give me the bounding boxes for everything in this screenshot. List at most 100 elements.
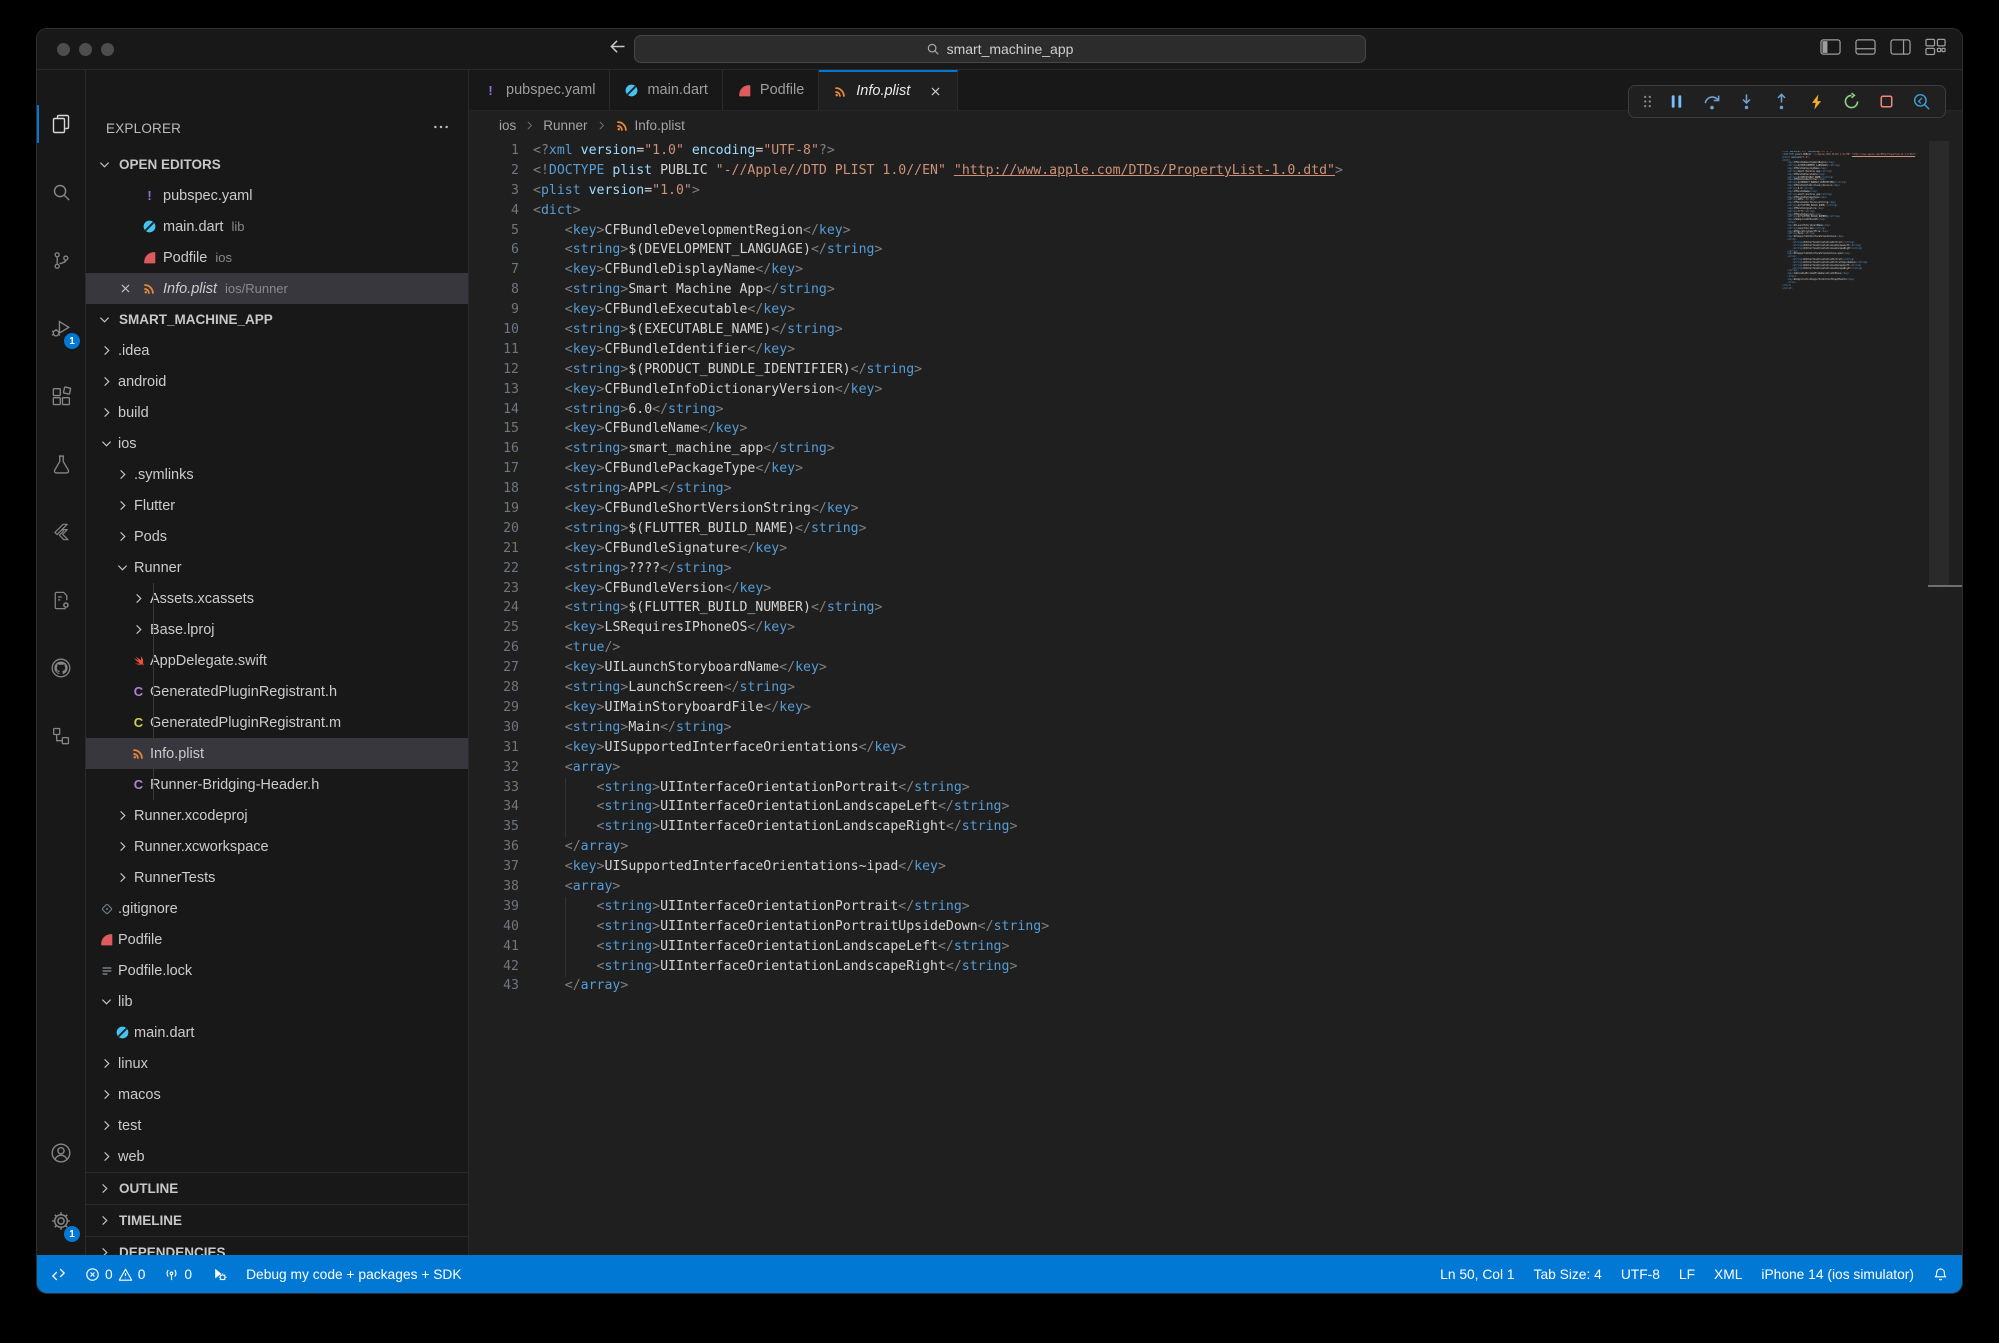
- status-debug-session-icon[interactable]: [211, 1266, 227, 1282]
- tree-item-linux[interactable]: linux: [86, 1048, 468, 1079]
- activity-account[interactable]: [37, 1119, 85, 1187]
- line-number[interactable]: 4: [469, 201, 519, 221]
- line-number[interactable]: 43: [469, 976, 519, 996]
- code-line[interactable]: <key>CFBundleDisplayName</key>: [533, 260, 1962, 280]
- hot-reload-button[interactable]: [1799, 93, 1834, 111]
- project-header[interactable]: SMART_MACHINE_APP: [86, 304, 468, 335]
- zoom-button[interactable]: [101, 43, 114, 56]
- editor[interactable]: 1234567891011121314151617181920212223242…: [469, 139, 1962, 1255]
- stop-button[interactable]: [1869, 92, 1904, 111]
- toggle-panel-button[interactable]: [1855, 38, 1876, 61]
- code-line[interactable]: <key>CFBundleName</key>: [533, 419, 1962, 439]
- tree-item-.gitignore[interactable]: .gitignore: [86, 893, 468, 924]
- code-line[interactable]: <string>UIInterfaceOrientationLandscapeL…: [533, 937, 1962, 957]
- code-line[interactable]: <string>UIInterfaceOrientationLandscapeR…: [533, 817, 1962, 837]
- activity-references[interactable]: [37, 702, 85, 770]
- section-header-timeline[interactable]: TIMELINE: [86, 1204, 468, 1236]
- status-debug-configuration[interactable]: Debug my code + packages + SDK: [246, 1267, 462, 1282]
- line-number[interactable]: 7: [469, 260, 519, 280]
- line-number[interactable]: 3: [469, 181, 519, 201]
- code-line[interactable]: <string>UIInterfaceOrientationLandscapeR…: [533, 957, 1962, 977]
- status-remote-indicator[interactable]: [51, 1267, 66, 1282]
- line-number[interactable]: 35: [469, 817, 519, 837]
- line-number[interactable]: 2: [469, 161, 519, 181]
- tree-item-lib[interactable]: lib: [86, 986, 468, 1017]
- activity-extensions[interactable]: [37, 362, 85, 430]
- code-line[interactable]: <string>UIInterfaceOrientationPortrait</…: [533, 897, 1962, 917]
- code-line[interactable]: <string>UIInterfaceOrientationLandscapeL…: [533, 797, 1962, 817]
- line-number[interactable]: 6: [469, 240, 519, 260]
- code-line[interactable]: <key>CFBundleInfoDictionaryVersion</key>: [533, 380, 1962, 400]
- open-editor-item[interactable]: Info.plistios/Runner: [86, 273, 468, 304]
- status-indentation[interactable]: Tab Size: 4: [1534, 1267, 1602, 1282]
- status-forwarded-ports[interactable]: 0: [164, 1267, 192, 1282]
- minimap[interactable]: <?xml version="1.0" encoding="UTF-8"?><!…: [1782, 151, 1932, 290]
- line-number[interactable]: 39: [469, 897, 519, 917]
- code-line[interactable]: <plist version="1.0">: [533, 181, 1962, 201]
- close-button[interactable]: [57, 43, 70, 56]
- tree-item-main.dart[interactable]: main.dart: [86, 1017, 468, 1048]
- restart-button[interactable]: [1834, 92, 1869, 111]
- tree-item-ios[interactable]: ios: [86, 428, 468, 459]
- tree-item-Info.plist[interactable]: Info.plist: [86, 738, 468, 769]
- line-number-gutter[interactable]: 1234567891011121314151617181920212223242…: [469, 139, 519, 1255]
- tree-item-macos[interactable]: macos: [86, 1079, 468, 1110]
- tree-item-Runner.xcworkspace[interactable]: Runner.xcworkspace: [86, 831, 468, 862]
- status-eol[interactable]: LF: [1679, 1267, 1695, 1282]
- tab-pubspec.yaml[interactable]: !pubspec.yaml: [469, 70, 610, 110]
- line-number[interactable]: 29: [469, 698, 519, 718]
- line-number[interactable]: 8: [469, 280, 519, 300]
- tree-item-test[interactable]: test: [86, 1110, 468, 1141]
- code-line[interactable]: <string>$(DEVELOPMENT_LANGUAGE)</string>: [533, 240, 1962, 260]
- toggle-primary-sidebar-button[interactable]: [1820, 38, 1841, 61]
- line-number[interactable]: 31: [469, 738, 519, 758]
- code-line[interactable]: <string>UIInterfaceOrientationPortraitUp…: [533, 917, 1962, 937]
- line-number[interactable]: 12: [469, 360, 519, 380]
- line-number[interactable]: 33: [469, 778, 519, 798]
- status-cursor-position[interactable]: Ln 50, Col 1: [1440, 1267, 1514, 1282]
- toggle-secondary-sidebar-button[interactable]: [1890, 38, 1911, 61]
- widget-inspector-button[interactable]: [1904, 92, 1939, 111]
- code-line[interactable]: <true/>: [533, 638, 1962, 658]
- code-line[interactable]: <key>CFBundleDevelopmentRegion</key>: [533, 221, 1962, 241]
- open-editor-item[interactable]: main.dartlib: [86, 211, 468, 242]
- line-number[interactable]: 15: [469, 419, 519, 439]
- line-number[interactable]: 37: [469, 857, 519, 877]
- tree-item-AppDelegate.swift[interactable]: AppDelegate.swift: [86, 645, 468, 676]
- code-line[interactable]: <key>CFBundleSignature</key>: [533, 539, 1962, 559]
- code-line[interactable]: <string>smart_machine_app</string>: [533, 439, 1962, 459]
- line-number[interactable]: 14: [469, 400, 519, 420]
- line-number[interactable]: 5: [469, 221, 519, 241]
- tree-item-Runner.xcodeproj[interactable]: Runner.xcodeproj: [86, 800, 468, 831]
- status-encoding[interactable]: UTF-8: [1621, 1267, 1660, 1282]
- code-line[interactable]: <key>UIMainStoryboardFile</key>: [533, 698, 1962, 718]
- code-line[interactable]: <key>CFBundlePackageType</key>: [533, 459, 1962, 479]
- line-number[interactable]: 9: [469, 300, 519, 320]
- tree-item-Base.lproj[interactable]: Base.lproj: [86, 614, 468, 645]
- open-editors-header[interactable]: OPEN EDITORS: [86, 149, 468, 180]
- code-line[interactable]: <string>APPL</string>: [533, 479, 1962, 499]
- code-line[interactable]: <string>Smart Machine App</string>: [533, 280, 1962, 300]
- open-editor-item[interactable]: Podfileios: [86, 242, 468, 273]
- tree-item-Flutter[interactable]: Flutter: [86, 490, 468, 521]
- nav-back-button[interactable]: [607, 36, 628, 62]
- code-line[interactable]: <string>UIInterfaceOrientationPortrait</…: [533, 778, 1962, 798]
- step-into-button[interactable]: [1729, 92, 1764, 111]
- search-box[interactable]: smart_machine_app: [634, 35, 1366, 63]
- section-header-dependencies[interactable]: DEPENDENCIES: [86, 1236, 468, 1255]
- code-line[interactable]: <string>$(EXECUTABLE_NAME)</string>: [533, 320, 1962, 340]
- line-number[interactable]: 27: [469, 658, 519, 678]
- code-line[interactable]: <key>CFBundleShortVersionString</key>: [533, 499, 1962, 519]
- line-number[interactable]: 1: [469, 141, 519, 161]
- code-area[interactable]: <?xml version="1.0" encoding="UTF-8"?><!…: [519, 139, 1962, 1255]
- status-device-selector[interactable]: iPhone 14 (ios simulator): [1761, 1267, 1914, 1282]
- line-number[interactable]: 36: [469, 837, 519, 857]
- status-language-mode[interactable]: XML: [1714, 1267, 1742, 1282]
- line-number[interactable]: 19: [469, 499, 519, 519]
- line-number[interactable]: 25: [469, 618, 519, 638]
- code-line[interactable]: <key>CFBundleVersion</key>: [533, 579, 1962, 599]
- code-line[interactable]: </array>: [533, 976, 1962, 996]
- activity-explorer[interactable]: [37, 90, 85, 158]
- tree-item-GeneratedPluginRegistrant.m[interactable]: CGeneratedPluginRegistrant.m: [86, 707, 468, 738]
- code-line[interactable]: <string>Main</string>: [533, 718, 1962, 738]
